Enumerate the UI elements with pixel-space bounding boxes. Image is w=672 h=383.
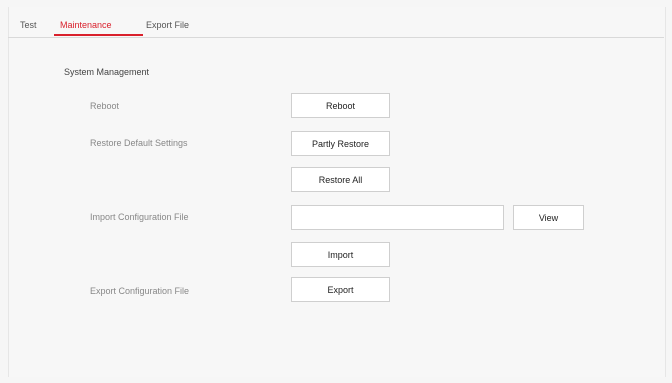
export-config-label: Export Configuration File: [90, 286, 190, 296]
restore-all-button[interactable]: Restore All: [291, 167, 390, 192]
active-tab-indicator: [54, 34, 143, 36]
restore-default-label: Restore Default Settings: [90, 138, 188, 148]
import-config-label: Import Configuration File: [90, 212, 189, 222]
tab-bar: Test Maintenance Export File: [8, 15, 664, 38]
section-title: System Management: [64, 67, 150, 77]
partly-restore-button[interactable]: Partly Restore: [291, 131, 390, 156]
reboot-label: Reboot: [90, 101, 120, 111]
export-button[interactable]: Export: [291, 277, 390, 302]
tab-maintenance[interactable]: Maintenance: [60, 20, 112, 30]
tab-export-file[interactable]: Export File: [146, 20, 189, 30]
import-file-path-input[interactable]: [291, 205, 504, 230]
content-panel: [8, 7, 666, 377]
reboot-button[interactable]: Reboot: [291, 93, 390, 118]
tab-test[interactable]: Test: [20, 20, 37, 30]
import-button[interactable]: Import: [291, 242, 390, 267]
view-button[interactable]: View: [513, 205, 584, 230]
maintenance-page: Test Maintenance Export File System Mana…: [0, 0, 672, 383]
